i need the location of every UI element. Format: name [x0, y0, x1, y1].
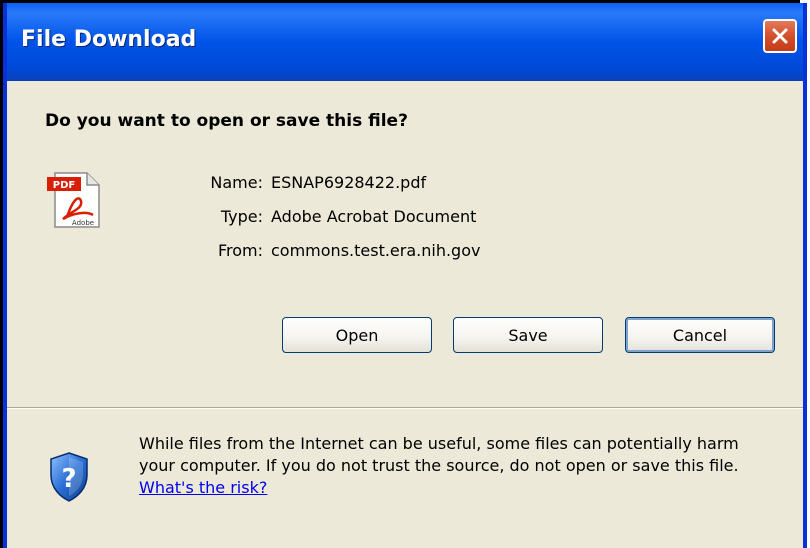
- security-warning: While files from the Internet can be use…: [139, 433, 779, 499]
- close-icon: [772, 28, 788, 44]
- save-button[interactable]: Save: [453, 317, 603, 353]
- adobe-icon-label: Adobe: [72, 219, 94, 227]
- dialog-body: Do you want to open or save this file? P…: [7, 81, 803, 548]
- pdf-icon-label: PDF: [53, 180, 75, 191]
- warning-text: While files from the Internet can be use…: [139, 434, 739, 475]
- security-shield-icon: ?: [50, 452, 88, 502]
- divider-highlight: [7, 408, 803, 409]
- whats-the-risk-link[interactable]: What's the risk?: [139, 478, 267, 497]
- open-button[interactable]: Open: [282, 317, 432, 353]
- close-button[interactable]: [763, 19, 797, 53]
- file-type-label: Type:: [220, 207, 263, 226]
- svg-text:?: ?: [61, 464, 76, 494]
- file-name-label: Name:: [210, 173, 263, 192]
- file-name-value: ESNAP6928422.pdf: [271, 173, 427, 192]
- window-title: File Download: [21, 27, 197, 52]
- file-source-label: From:: [217, 241, 263, 260]
- title-bar[interactable]: File Download: [7, 3, 803, 81]
- pdf-file-icon: PDF Adobe: [47, 172, 100, 228]
- cancel-button[interactable]: Cancel: [625, 317, 775, 353]
- dialog-question: Do you want to open or save this file?: [45, 111, 408, 131]
- file-source-value: commons.test.era.nih.gov: [271, 241, 481, 260]
- file-download-dialog: File Download Do you want to open or sav…: [3, 3, 807, 548]
- file-type-value: Adobe Acrobat Document: [271, 207, 477, 226]
